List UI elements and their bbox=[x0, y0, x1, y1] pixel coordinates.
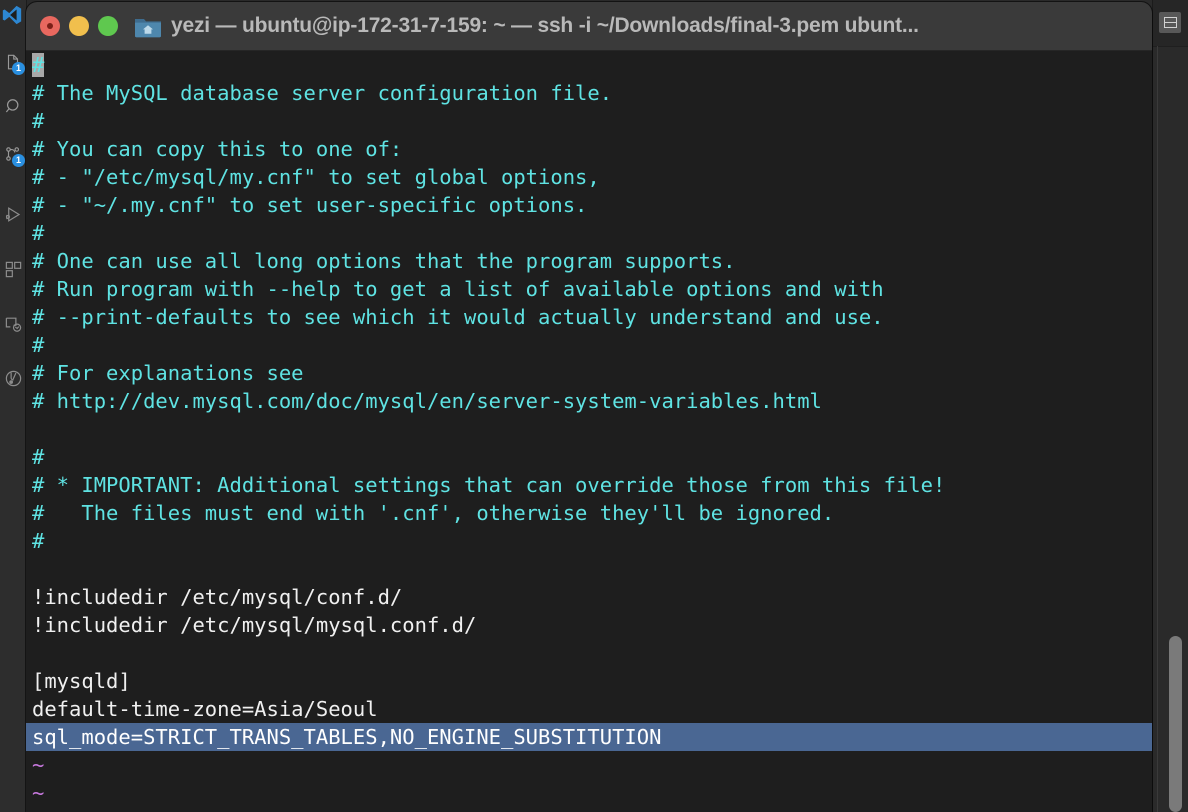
close-button[interactable] bbox=[40, 16, 60, 36]
remote-explorer-icon bbox=[5, 317, 21, 332]
terminal-line: # http://dev.mysql.com/doc/mysql/en/serv… bbox=[32, 389, 822, 413]
search-icon bbox=[5, 98, 18, 112]
split-editor-icon[interactable] bbox=[1159, 12, 1181, 33]
terminal-line: # For explanations see bbox=[32, 361, 304, 385]
terminal-line: !includedir /etc/mysql/conf.d/ bbox=[32, 585, 403, 609]
terminal-line: # You can copy this to one of: bbox=[32, 137, 403, 161]
terminal-line: ~ bbox=[32, 781, 45, 805]
terminal-line: # --print-defaults to see which it would… bbox=[32, 305, 884, 329]
terminal-line: # bbox=[32, 109, 45, 133]
sidebar-item-run-and-debug[interactable] bbox=[0, 200, 26, 228]
window-title: yezi — ubuntu@ip-172-31-7-159: ~ — ssh -… bbox=[171, 14, 919, 37]
terminal-line: [mysqld] bbox=[32, 669, 131, 693]
text-cursor: # bbox=[32, 53, 45, 77]
sidebar-item-source-control[interactable]: 1 bbox=[0, 140, 26, 168]
terminal-line: # - "/etc/mysql/my.cnf" to set global op… bbox=[32, 165, 600, 189]
terminal-line: # The MySQL database server configuratio… bbox=[32, 81, 613, 105]
sidebar-item-testing[interactable] bbox=[0, 364, 26, 392]
vim-buffer[interactable]: # # The MySQL database server configurati… bbox=[26, 51, 1152, 807]
vscode-activity-bar: 1 1 bbox=[0, 0, 27, 812]
terminal-line: sql_mode=STRICT_TRANS_TABLES,NO_ENGINE_S… bbox=[26, 723, 1152, 751]
terminal-line: # bbox=[32, 529, 45, 553]
explorer-badge: 1 bbox=[12, 62, 25, 75]
screen: 1 1 yezi — ubuntu@ip-172-31-7-159: ~ — s… bbox=[0, 0, 1188, 812]
terminal-line: # bbox=[26, 51, 1152, 79]
terminal-line: # bbox=[32, 333, 45, 357]
terminal-line: # Run program with --help to get a list … bbox=[32, 277, 884, 301]
sidebar-item-search[interactable] bbox=[0, 92, 26, 120]
minimize-button[interactable] bbox=[69, 16, 89, 36]
vscode-logo-icon bbox=[2, 5, 22, 25]
maximize-button[interactable] bbox=[98, 16, 118, 36]
vscode-editor-pane bbox=[1152, 0, 1188, 812]
sidebar-item-remote-explorer[interactable] bbox=[0, 310, 26, 338]
terminal-line: # One can use all long options that the … bbox=[32, 249, 736, 273]
terminal-line: # The files must end with '.cnf', otherw… bbox=[32, 501, 835, 525]
run-and-debug-icon bbox=[5, 206, 20, 222]
extensions-icon bbox=[5, 261, 21, 277]
editor-scrollbar-thumb[interactable] bbox=[1169, 636, 1182, 812]
terminal-line: default-time-zone=Asia/Seoul bbox=[32, 697, 378, 721]
editor-divider bbox=[1157, 46, 1158, 812]
testing-icon bbox=[5, 370, 21, 386]
terminal-line: # * IMPORTANT: Additional settings that … bbox=[32, 473, 946, 497]
window-controls bbox=[40, 16, 118, 36]
split-editor-glyph bbox=[1163, 17, 1177, 28]
terminal-line: # bbox=[32, 221, 45, 245]
terminal-line: !includedir /etc/mysql/mysql.conf.d/ bbox=[32, 613, 477, 637]
terminal-line: # - "~/.my.cnf" to set user-specific opt… bbox=[32, 193, 588, 217]
sidebar-item-explorer[interactable]: 1 bbox=[0, 48, 26, 76]
terminal-window: yezi — ubuntu@ip-172-31-7-159: ~ — ssh -… bbox=[26, 2, 1152, 812]
editor-tab-bar bbox=[1153, 0, 1188, 47]
terminal-content[interactable]: # # The MySQL database server configurati… bbox=[26, 51, 1152, 812]
terminal-title-bar[interactable]: yezi — ubuntu@ip-172-31-7-159: ~ — ssh -… bbox=[26, 2, 1152, 51]
sidebar-item-extensions[interactable] bbox=[0, 255, 26, 283]
source-control-badge: 1 bbox=[12, 154, 25, 167]
terminal-line: ~ bbox=[32, 753, 45, 777]
home-folder-icon bbox=[135, 19, 161, 38]
terminal-line: # bbox=[32, 445, 45, 469]
